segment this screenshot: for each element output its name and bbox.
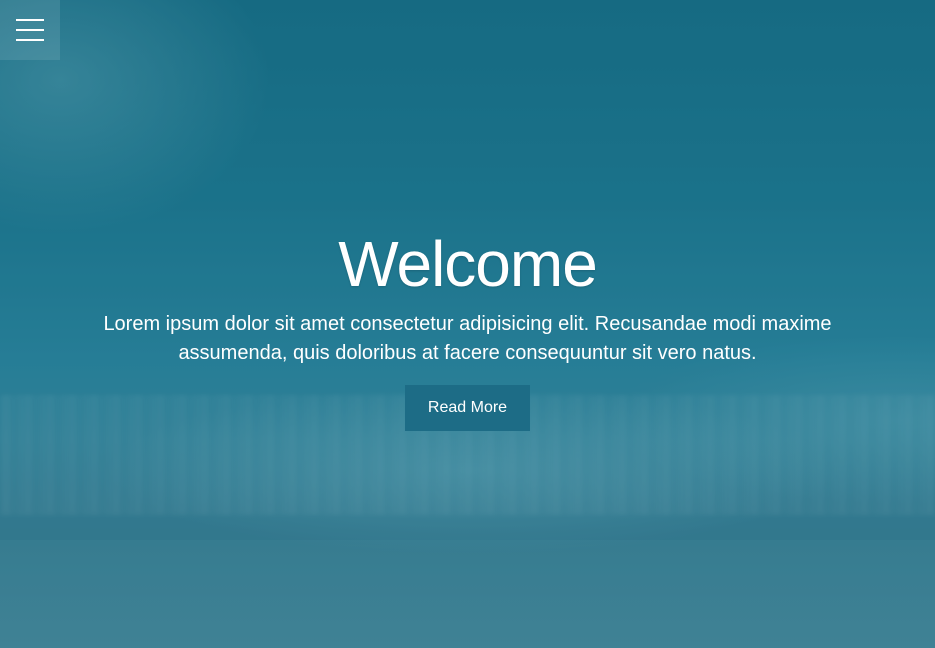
hero-subtitle: Lorem ipsum dolor sit amet consectetur a…: [103, 313, 832, 364]
hero-title: Welcome: [338, 228, 598, 300]
hamburger-menu-icon: [16, 19, 44, 21]
hamburger-menu-icon-middle: [16, 29, 44, 31]
hero-content: Welcome Lorem ipsum dolor sit amet conse…: [0, 228, 935, 431]
read-more-button[interactable]: Read More: [405, 385, 530, 431]
hamburger-menu-icon-bottom: [16, 39, 44, 41]
menu-toggle-button[interactable]: [0, 0, 60, 60]
